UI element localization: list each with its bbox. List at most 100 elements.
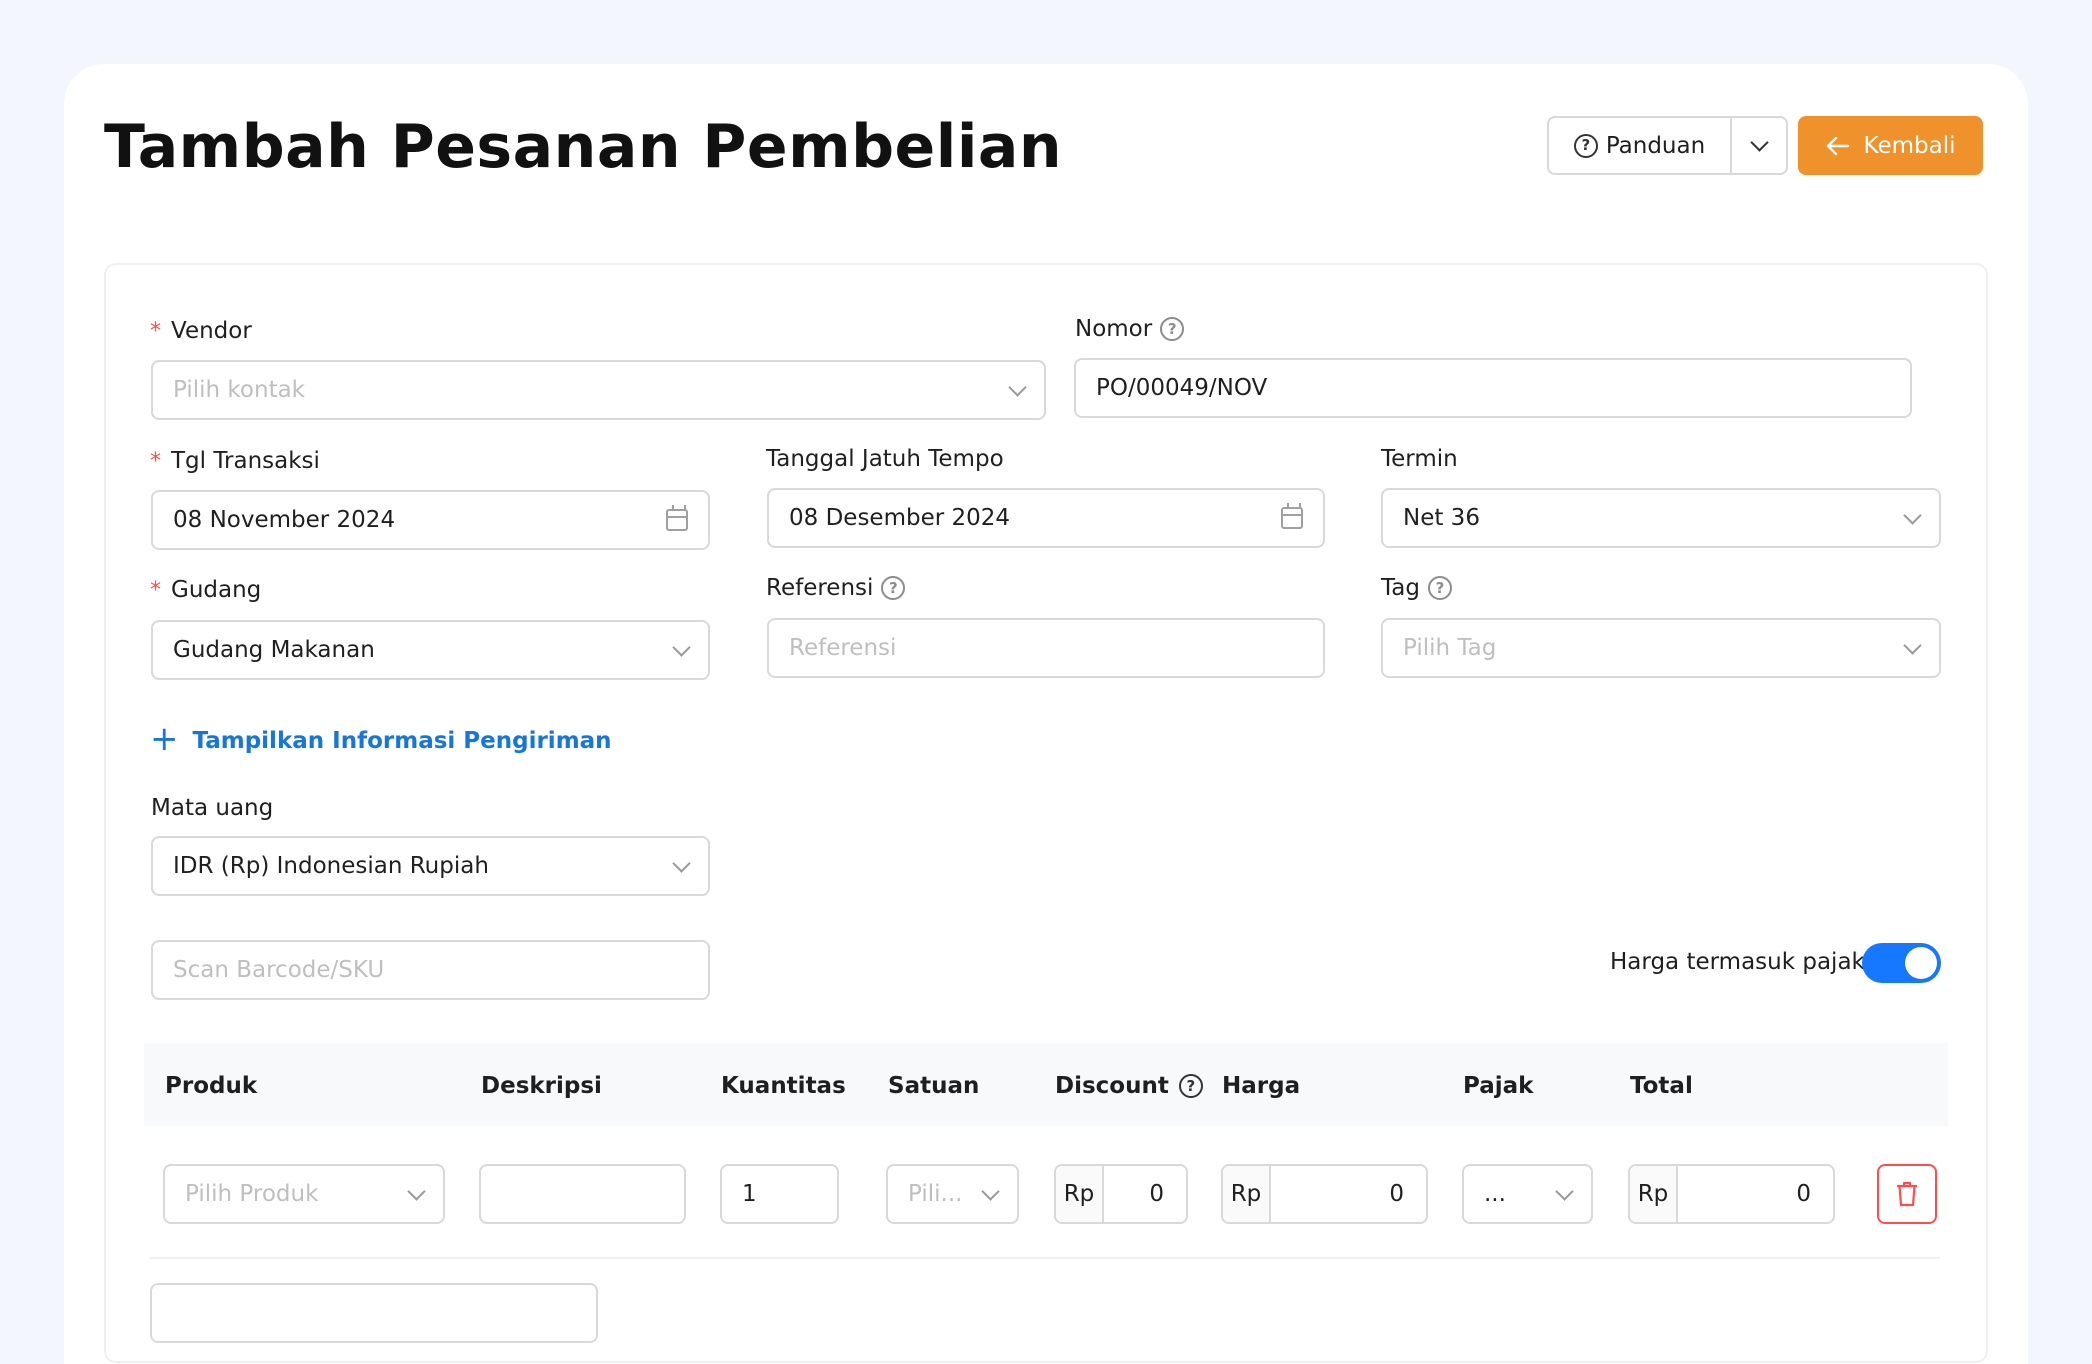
plus-icon: +: [150, 719, 179, 759]
jatuh-tempo-label-text: Tanggal Jatuh Tempo: [766, 446, 1004, 472]
tgl-transaksi-datepicker[interactable]: 08 November 2024: [151, 490, 710, 550]
help-icon[interactable]: ?: [1160, 317, 1185, 341]
mata-uang-value: IDR (Rp) Indonesian Rupiah: [173, 853, 489, 879]
chevron-down-icon: [672, 637, 691, 657]
termin-value: Net 36: [1403, 505, 1480, 531]
page-title: Tambah Pesanan Pembelian: [104, 112, 1063, 182]
jatuh-tempo-datepicker[interactable]: 08 Desember 2024: [767, 488, 1325, 548]
required-asterisk: *: [150, 577, 161, 603]
termin-label-text: Termin: [1381, 446, 1458, 472]
satuan-select[interactable]: Pili...: [886, 1164, 1019, 1224]
referensi-placeholder: Referensi: [789, 635, 897, 661]
chevron-down-icon: [1903, 635, 1922, 655]
tag-label-text: Tag: [1381, 575, 1420, 601]
tax-inclusive-toggle[interactable]: [1862, 943, 1941, 983]
back-button-label: Kembali: [1863, 132, 1956, 159]
column-harga: Harga: [1222, 1073, 1301, 1099]
tag-select[interactable]: Pilih Tag: [1381, 618, 1941, 678]
guide-button-label: Panduan: [1605, 132, 1706, 159]
chevron-down-icon: [981, 1181, 1000, 1201]
vendor-select[interactable]: Pilih kontak: [151, 360, 1046, 420]
harga-value: 0: [1389, 1181, 1404, 1207]
bottom-field[interactable]: [150, 1283, 598, 1343]
required-asterisk: *: [150, 318, 161, 344]
currency-addon: Rp: [1630, 1166, 1678, 1222]
help-icon[interactable]: ?: [881, 576, 906, 600]
discount-input[interactable]: Rp 0: [1054, 1164, 1188, 1224]
scan-barcode-placeholder: Scan Barcode/SKU: [173, 957, 385, 983]
jatuh-tempo-label: Tanggal Jatuh Tempo: [766, 446, 1004, 472]
column-pajak: Pajak: [1463, 1073, 1534, 1099]
arrow-left-icon: [1826, 136, 1849, 155]
total-input[interactable]: Rp 0: [1628, 1164, 1835, 1224]
kuantitas-input[interactable]: 1: [720, 1164, 839, 1224]
nomor-value: PO/00049/NOV: [1096, 375, 1268, 401]
referensi-label: Referensi ?: [766, 575, 906, 601]
toggle-knob: [1905, 947, 1937, 979]
referensi-input[interactable]: Referensi: [767, 618, 1325, 678]
termin-select[interactable]: Net 36: [1381, 488, 1941, 548]
produk-placeholder: Pilih Produk: [185, 1181, 319, 1207]
chevron-down-icon: [407, 1181, 426, 1201]
chevron-down-icon: [1749, 133, 1769, 152]
row-divider: [150, 1257, 1940, 1259]
calendar-icon: [1281, 503, 1303, 529]
mata-uang-select[interactable]: IDR (Rp) Indonesian Rupiah: [151, 836, 710, 896]
tag-placeholder: Pilih Tag: [1403, 635, 1497, 661]
column-deskripsi: Deskripsi: [481, 1073, 602, 1099]
referensi-label-text: Referensi: [766, 575, 874, 601]
column-total: Total: [1630, 1073, 1693, 1099]
pajak-select[interactable]: ...: [1462, 1164, 1593, 1224]
satuan-placeholder: Pili...: [908, 1181, 963, 1207]
vendor-label-text: Vendor: [171, 318, 252, 344]
currency-addon: Rp: [1056, 1166, 1104, 1222]
tgl-transaksi-label: * Tgl Transaksi: [150, 448, 320, 474]
chevron-down-icon: [1903, 505, 1922, 525]
kuantitas-value: 1: [742, 1181, 757, 1207]
required-asterisk: *: [150, 448, 161, 474]
harga-input[interactable]: Rp 0: [1221, 1164, 1428, 1224]
gudang-label: * Gudang: [150, 577, 261, 603]
mata-uang-label: Mata uang: [151, 795, 273, 821]
chevron-down-icon: [1555, 1181, 1574, 1201]
currency-addon: Rp: [1223, 1166, 1271, 1222]
column-satuan: Satuan: [888, 1073, 980, 1099]
chevron-down-icon: [1008, 377, 1027, 397]
total-value: 0: [1796, 1181, 1811, 1207]
nomor-label-text: Nomor: [1075, 316, 1153, 342]
nomor-label: Nomor ?: [1075, 316, 1185, 342]
help-icon[interactable]: ?: [1178, 1074, 1203, 1098]
chevron-down-icon: [672, 853, 691, 873]
column-produk: Produk: [165, 1073, 258, 1099]
show-shipping-info-label: Tampilkan Informasi Pengiriman: [192, 728, 612, 754]
tgl-transaksi-value: 08 November 2024: [173, 507, 396, 533]
vendor-label: * Vendor: [150, 318, 252, 344]
vendor-placeholder: Pilih kontak: [173, 377, 306, 403]
guide-button[interactable]: ? Panduan: [1547, 116, 1730, 175]
trash-icon: [1897, 1181, 1917, 1207]
termin-label: Termin: [1381, 446, 1458, 472]
pajak-value: ...: [1484, 1181, 1506, 1207]
tgl-transaksi-label-text: Tgl Transaksi: [171, 448, 320, 474]
produk-select[interactable]: Pilih Produk: [163, 1164, 445, 1224]
guide-dropdown-button[interactable]: [1730, 116, 1788, 175]
help-icon[interactable]: ?: [1427, 576, 1452, 600]
gudang-select[interactable]: Gudang Makanan: [151, 620, 710, 680]
column-discount: Discount ?: [1055, 1073, 1203, 1099]
mata-uang-label-text: Mata uang: [151, 795, 274, 821]
gudang-label-text: Gudang: [171, 577, 262, 603]
back-button[interactable]: Kembali: [1798, 116, 1983, 175]
deskripsi-input[interactable]: [479, 1164, 686, 1224]
tag-label: Tag ?: [1381, 575, 1452, 601]
show-shipping-info-link[interactable]: + Tampilkan Informasi Pengiriman: [150, 722, 612, 756]
calendar-icon: [666, 505, 688, 531]
nomor-input[interactable]: PO/00049/NOV: [1074, 358, 1912, 418]
jatuh-tempo-value: 08 Desember 2024: [789, 505, 1011, 531]
scan-barcode-input[interactable]: Scan Barcode/SKU: [151, 940, 710, 1000]
column-discount-label: Discount: [1055, 1073, 1169, 1099]
delete-row-button[interactable]: [1877, 1164, 1937, 1224]
column-kuantitas: Kuantitas: [721, 1073, 846, 1099]
tax-inclusive-label: Harga termasuk pajak: [1610, 949, 1865, 975]
question-circle-icon: ?: [1573, 133, 1598, 158]
gudang-value: Gudang Makanan: [173, 637, 375, 663]
